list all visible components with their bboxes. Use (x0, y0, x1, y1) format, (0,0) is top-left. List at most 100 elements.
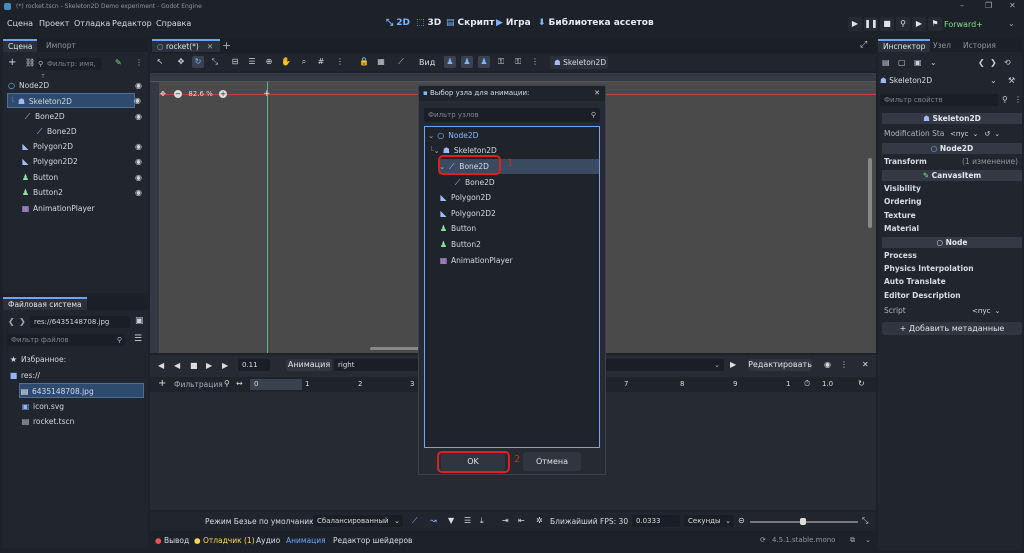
ruler-icon[interactable]: ⊟ (229, 56, 241, 68)
group-transform[interactable]: Transform (1 изменение) (884, 156, 1019, 168)
stop-button[interactable]: ■ (880, 17, 894, 31)
select-tool-icon[interactable]: ↖ (154, 56, 166, 68)
save-resource-icon[interactable]: ▣ (914, 58, 922, 67)
screen-game-button[interactable]: ▶ Игра (496, 18, 531, 28)
screen-3d-button[interactable]: ⬚ 3D (416, 18, 441, 28)
pan-icon[interactable]: ✋ (280, 56, 292, 68)
resource-menu-icon[interactable]: ⌄ (930, 58, 937, 67)
bone-tool-icon[interactable]: ⟋ (395, 56, 407, 68)
menu-help[interactable]: Справка (156, 19, 191, 28)
filesystem-path-input[interactable]: res://6435148708.jpg (30, 316, 130, 328)
skeleton-menu-button[interactable]: ☗ Skeleton2D (550, 56, 608, 69)
back-icon[interactable]: ❮ (978, 58, 985, 67)
zoom-out-icon[interactable]: ⊝ (738, 516, 745, 525)
tree-row-button[interactable]: ♟ Button ◉ (21, 170, 145, 185)
autoplay-icon[interactable]: ▶ (730, 360, 736, 369)
visibility-eye-icon[interactable]: ◉ (134, 96, 141, 105)
visibility-eye-icon[interactable]: ◉ (135, 154, 142, 169)
animation-options-icon[interactable]: ⋮ (529, 56, 541, 68)
tree-row-skeleton2d[interactable]: └ ☗ Skeleton2D (7, 93, 135, 108)
screen-2d-button[interactable]: ⤡ 2D (386, 18, 410, 28)
group-texture[interactable]: Texture (884, 210, 1019, 222)
menu-scene[interactable]: Сцена (7, 19, 33, 28)
zoom-in-icon[interactable]: + (219, 90, 228, 98)
visibility-eye-icon[interactable]: ◉ (135, 185, 142, 200)
tree-row-polygon2d[interactable]: ◣ Polygon2D ◉ (21, 139, 145, 154)
scale-tool-icon[interactable]: ⤡ (209, 56, 221, 68)
play-forward-icon[interactable]: ▶ (206, 361, 212, 370)
tab-shader-editor[interactable]: Редактор шейдеров (333, 536, 412, 545)
tree-row-node2d[interactable]: ○ Node2D ◉ (7, 78, 145, 93)
object-selector[interactable]: ☗ Skeleton2D (880, 74, 1000, 87)
key-rotation-icon[interactable]: ♟ (461, 56, 473, 68)
tab-audio[interactable]: Аудио (256, 536, 280, 545)
cancel-button[interactable]: Отмена (523, 452, 581, 471)
close-window-button[interactable]: ✕ (1009, 0, 1016, 12)
pin-icon[interactable]: ✕ (862, 360, 869, 369)
tab-rocket-scene[interactable]: ○ rocket(*) ✕ (152, 39, 220, 52)
nav-forward-icon[interactable]: ❯ (19, 317, 26, 326)
tab-output[interactable]: ● Вывод (155, 536, 189, 545)
tab-history[interactable]: История (958, 39, 1001, 52)
anim-time-input[interactable]: 0.11 (238, 359, 270, 371)
favorites-row[interactable]: ★ Избранное: (9, 352, 66, 367)
menu-project[interactable]: Проект (39, 19, 69, 28)
snap-keys-icon[interactable]: ⤓ (480, 516, 484, 526)
close-dialog-button[interactable]: ✕ (594, 86, 600, 101)
add-track-icon[interactable]: + (158, 378, 166, 389)
tree-row-button2[interactable]: ♟ Button2 ◉ (21, 185, 145, 200)
group-editor-description[interactable]: Editor Description (884, 290, 1019, 302)
fit-icon[interactable]: ⤡ (862, 516, 868, 526)
split-view-icon[interactable]: ▣ (135, 316, 144, 326)
modification-stack-value[interactable]: <пус ⌄ ↺ ⌄ (950, 129, 1020, 140)
animation-menu-button[interactable]: Анимация (286, 359, 332, 371)
smart-snap-icon[interactable]: ⌕ (298, 56, 310, 68)
dialog-row-bone2d-child[interactable]: ⟋ Bone2D (453, 175, 599, 190)
screen-script-button[interactable]: ▤ Скрипт (446, 18, 494, 28)
property-filter-input[interactable]: Фильтр свойств (880, 94, 998, 106)
key-scale-icon[interactable]: ♟ (478, 56, 490, 68)
group-tracks-icon[interactable]: ☰ (464, 516, 471, 525)
tab-debugger[interactable]: ● Отладчик (1) (194, 536, 255, 545)
pan-icon[interactable]: ✥ (160, 90, 166, 98)
play-project-button[interactable]: ▶ (848, 17, 862, 31)
node-filter-input[interactable]: Фильтр узлов ⚲ (424, 108, 600, 122)
forward-icon[interactable]: ❯ (990, 58, 997, 67)
minimize-button[interactable]: – (960, 0, 964, 12)
tab-inspector[interactable]: Инспектор (878, 39, 931, 52)
rotate-tool-icon[interactable]: ↻ (192, 56, 204, 68)
key-auto-icon[interactable]: ⚿ (512, 56, 524, 68)
add-metadata-button[interactable]: + Добавить метаданные (882, 322, 1022, 335)
timeline-snap-icon[interactable]: ⇥ (502, 516, 509, 525)
play-forward-start-icon[interactable]: ▶ (222, 361, 228, 370)
anim-options-icon[interactable]: ⋮ (840, 360, 848, 369)
group-visibility[interactable]: Visibility (884, 183, 1019, 195)
tab-scene[interactable]: Сцена (3, 39, 38, 52)
tools-icon[interactable]: ⚒ (1008, 76, 1015, 85)
tree-row-polygon2d2[interactable]: ◣ Polygon2D2 ◉ (21, 154, 145, 169)
visibility-eye-icon[interactable]: ◉ (135, 109, 142, 124)
tree-row-bone2d[interactable]: ⟋ Bone2D ◉ (23, 109, 145, 124)
scene-menu-icon[interactable]: ⋮ (135, 58, 143, 67)
chevron-down-icon[interactable]: ⌄ (990, 76, 997, 85)
add-node-icon[interactable]: + (8, 57, 16, 68)
key-insert-icon[interactable]: ⚿ (495, 56, 507, 68)
menu-editor[interactable]: Редактор (112, 19, 152, 28)
time-unit-select[interactable]: Секунды ⌄ (684, 515, 734, 527)
sort-icon[interactable]: ☰ (134, 334, 142, 344)
dialog-row-node2d[interactable]: ⌄ ○ Node2D (428, 128, 598, 143)
instance-scene-icon[interactable]: ⛓ (25, 58, 35, 67)
snap-options-icon[interactable]: ⋮ (334, 56, 346, 68)
play-backward-icon[interactable]: ◀ (174, 361, 180, 370)
tab-filesystem[interactable]: Файловая система (3, 297, 87, 310)
dialog-row-button2[interactable]: ♟ Button2 (439, 237, 599, 252)
step-input[interactable]: 0.0333 (632, 515, 680, 527)
fps-snap-icon[interactable]: ✲ (536, 516, 543, 525)
group-physics-interpolation[interactable]: Physics Interpolation (884, 263, 1019, 275)
filter-icon[interactable]: ▼ (448, 516, 454, 525)
list-select-icon[interactable]: ☰ (246, 56, 258, 68)
menu-debug[interactable]: Отладка (74, 19, 110, 28)
dialog-row-polygon2d2[interactable]: ◣ Polygon2D2 (439, 206, 599, 221)
snap-value[interactable]: 1 (786, 380, 790, 388)
load-resource-icon[interactable]: ▢ (898, 58, 906, 67)
